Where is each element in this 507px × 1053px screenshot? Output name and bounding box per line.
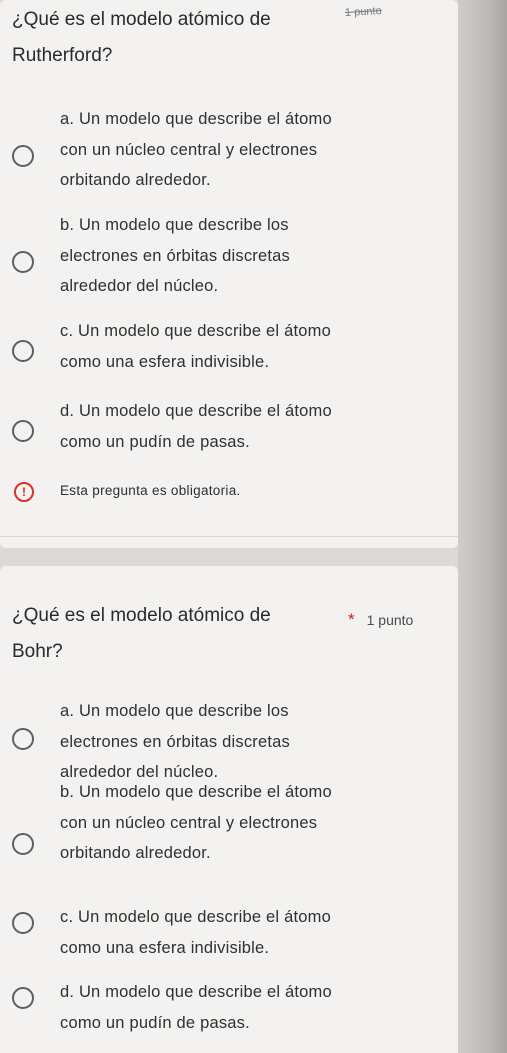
option-text-line: como un pudín de pasas. (60, 432, 250, 451)
option-label: a. Un modelo que describe los electrones… (60, 696, 290, 788)
radio-unchecked-icon[interactable] (12, 251, 34, 273)
option-text-line: con un núcleo central y electrones (60, 140, 318, 159)
points-value: 1 punto (366, 612, 414, 628)
option-label: b. Un modelo que describe los electrones… (60, 210, 290, 302)
points-label: * 1 punto (348, 610, 413, 630)
radio-unchecked-icon[interactable] (12, 420, 34, 442)
option-text-line: a. Un modelo que describe el átomo (60, 110, 332, 128)
option-text-line: c. Un modelo que describe el átomo (60, 908, 331, 926)
option-text-line: b. Un modelo que describe el átomo (60, 783, 332, 801)
option-text-line: a. Un modelo que describe los (60, 702, 289, 720)
question-title-line: Bohr? (12, 641, 63, 662)
question-title-line: Rutherford? (12, 45, 113, 66)
option-text-line: c. Un modelo que describe el átomo (60, 322, 331, 340)
option-text-line: como un pudín de pasas. (60, 1013, 250, 1032)
background-edge (458, 0, 507, 1053)
option-label: d. Un modelo que describe el átomo como … (60, 396, 332, 457)
question-title-line: ¿Qué es el modelo atómico de (12, 9, 271, 30)
option-text-line: d. Un modelo que describe el átomo (60, 983, 332, 1001)
option-label: d. Un modelo que describe el átomo como … (60, 977, 332, 1038)
radio-unchecked-icon[interactable] (12, 728, 34, 750)
option-label: c. Un modelo que describe el átomo como … (60, 902, 331, 963)
option-text-line: orbitando alrededor. (60, 171, 211, 189)
radio-unchecked-icon[interactable] (12, 987, 34, 1009)
question-title: ¿Qué es el modelo atómico de Rutherford? (12, 2, 342, 74)
option-text-line: como una esfera indivisible. (60, 938, 270, 957)
option-text-line: alrededor del núcleo. (60, 277, 219, 295)
option-text-line: orbitando alrededor. (60, 844, 211, 862)
divider (0, 536, 458, 537)
question-card-rutherford: ¿Qué es el modelo atómico de Rutherford?… (0, 0, 458, 548)
radio-unchecked-icon[interactable] (12, 912, 34, 934)
option-text-line: electrones en órbitas discretas (60, 732, 290, 751)
option-text-line: como una esfera indivisible. (60, 352, 270, 371)
option-text-line: b. Un modelo que describe los (60, 216, 289, 234)
question-title: ¿Qué es el modelo atómico de Bohr? (12, 598, 342, 670)
option-text-line: d. Un modelo que describe el átomo (60, 402, 332, 420)
radio-unchecked-icon[interactable] (12, 145, 34, 167)
radio-unchecked-icon[interactable] (12, 833, 34, 855)
error-circle-icon: ! (14, 482, 34, 502)
required-star: * (348, 610, 355, 629)
question-card-bohr: ¿Qué es el modelo atómico de Bohr? * 1 pu… (0, 566, 458, 1053)
option-label: c. Un modelo que describe el átomo como … (60, 316, 331, 377)
required-message: Esta pregunta es obligatoria. (60, 483, 241, 498)
question-title-line: ¿Qué es el modelo atómico de (12, 605, 271, 626)
radio-unchecked-icon[interactable] (12, 340, 34, 362)
option-text-line: con un núcleo central y electrones (60, 813, 318, 832)
option-label: b. Un modelo que describe el átomo con u… (60, 777, 332, 869)
option-label: a. Un modelo que describe el átomo con u… (60, 104, 332, 196)
option-text-line: electrones en órbitas discretas (60, 246, 290, 265)
points-label: 1 punto (344, 5, 382, 19)
